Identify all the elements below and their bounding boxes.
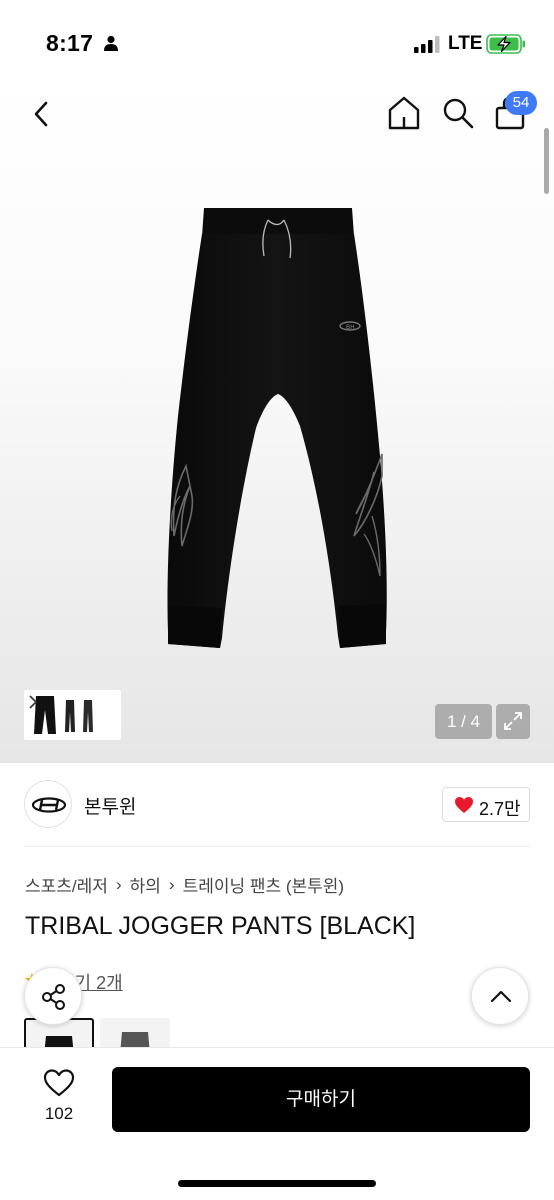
search-icon[interactable] <box>440 94 476 132</box>
share-button[interactable] <box>24 967 82 1025</box>
breadcrumb: 스포츠/레저 › 하의 › 트레이닝 팬츠 (본투윈) <box>25 872 344 897</box>
scroll-to-top-button[interactable] <box>471 967 529 1025</box>
brand-logo[interactable] <box>24 780 72 828</box>
chevron-right-icon: › <box>168 874 175 894</box>
section-divider <box>24 846 530 847</box>
product-photo-jogger-pants: BH <box>167 208 387 648</box>
breadcrumb-item[interactable]: 스포츠/레저 <box>25 872 108 897</box>
heart-outline-icon[interactable] <box>42 1068 76 1098</box>
top-nav <box>0 88 554 138</box>
thumbnail-images <box>34 696 93 734</box>
status-time: 8:17 <box>46 30 94 56</box>
image-thumbnail-strip[interactable] <box>24 690 121 740</box>
expand-icon <box>504 712 522 730</box>
battery-charging-icon <box>486 34 525 54</box>
brand-logo-mark <box>31 797 67 813</box>
heart-filled-icon <box>455 797 473 813</box>
svg-text:BH: BH <box>346 324 355 331</box>
network-label: LTE <box>448 33 483 54</box>
product-title: TRIBAL JOGGER PANTS [BLACK] <box>25 912 416 940</box>
person-icon <box>104 35 118 51</box>
chevron-right-icon[interactable] <box>28 694 38 710</box>
breadcrumb-item[interactable]: 하의 <box>130 872 161 897</box>
home-icon[interactable] <box>386 94 422 132</box>
buy-button[interactable]: 구매하기 <box>112 1067 530 1132</box>
share-icon <box>42 984 65 1010</box>
brand-name[interactable]: 본투윈 <box>84 792 136 819</box>
brand-like-count: 2.7만 <box>479 799 521 819</box>
gallery-page-counter: 1 / 4 <box>435 704 492 739</box>
breadcrumb-item[interactable]: 트레이닝 팬츠 (본투윈) <box>183 872 345 897</box>
cellular-signal-icon <box>414 36 440 53</box>
cart-count-badge: 54 <box>505 91 537 115</box>
brand-like-button[interactable]: 2.7만 <box>442 787 530 822</box>
expand-button[interactable] <box>496 704 530 739</box>
status-bar: 8:17 LTE <box>0 0 554 80</box>
home-indicator <box>178 1180 376 1187</box>
chevron-up-icon <box>490 990 512 1003</box>
wishlist-count: 102 <box>44 1104 74 1123</box>
back-arrow-icon[interactable] <box>26 96 58 132</box>
scroll-indicator <box>544 128 549 194</box>
chevron-right-icon: › <box>115 874 122 894</box>
